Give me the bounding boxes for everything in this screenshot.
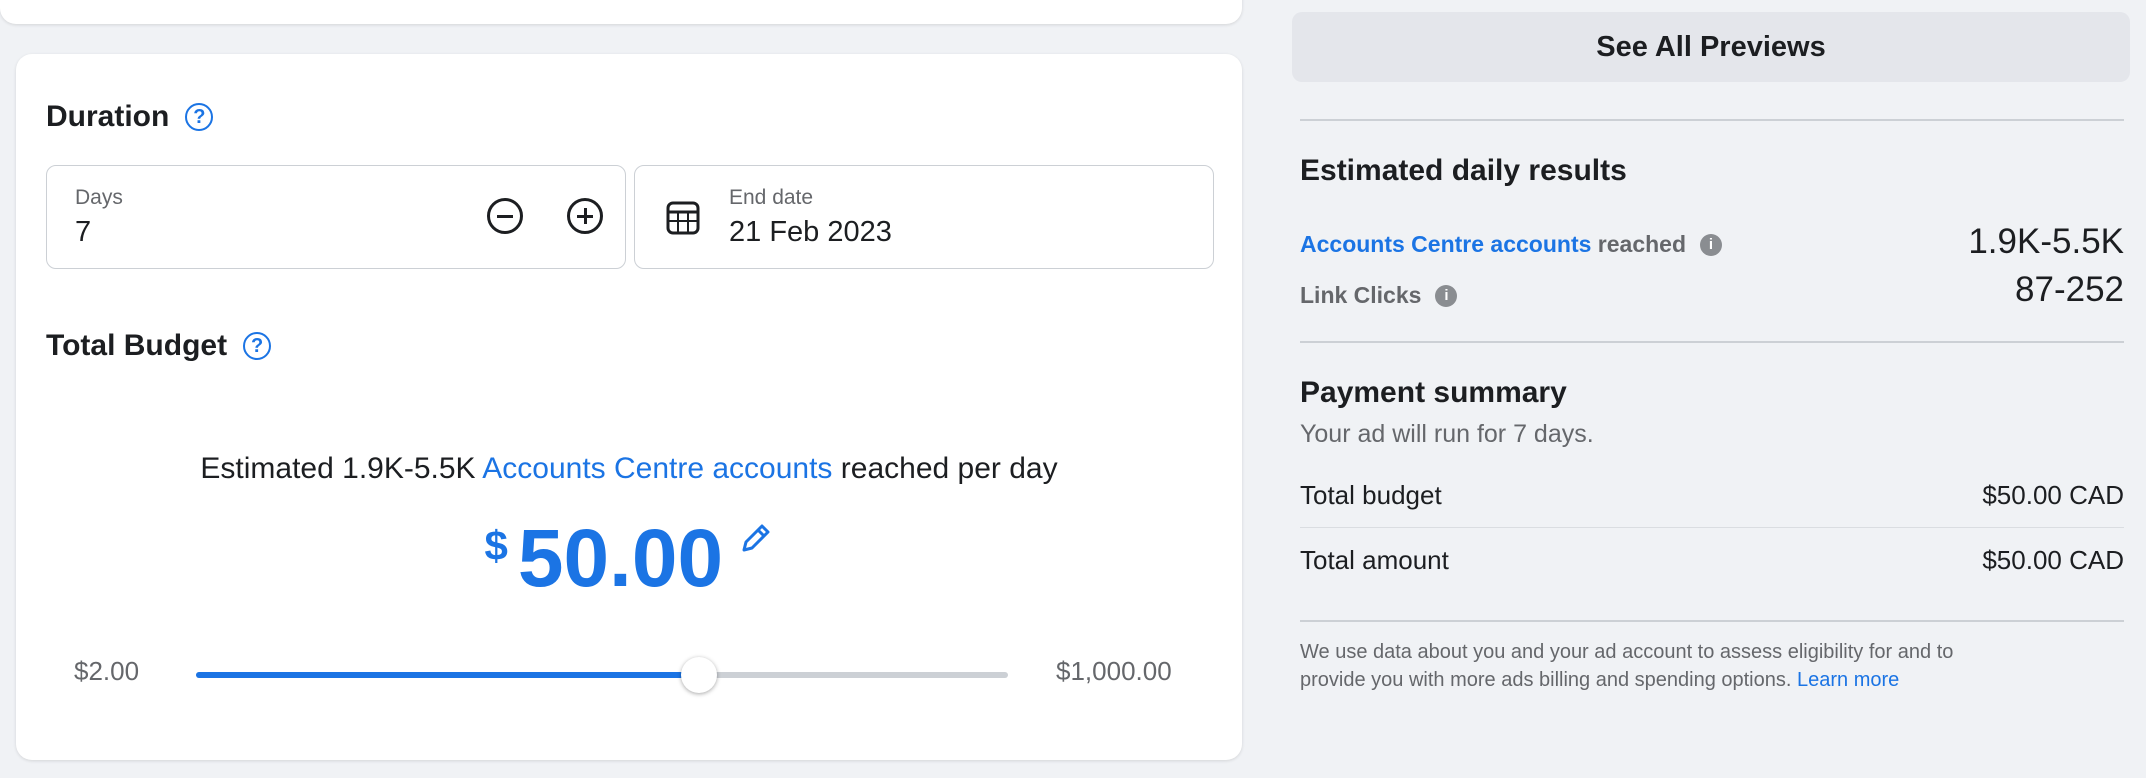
duration-title: Duration: [46, 100, 170, 133]
divider: [1300, 527, 2124, 528]
budget-value: 50.00: [517, 513, 724, 604]
payment-summary-subtitle: Your ad will run for 7 days.: [1300, 420, 1594, 448]
budget-amount[interactable]: $50.00: [16, 512, 1242, 606]
accounts-centre-link[interactable]: Accounts Centre accounts: [482, 452, 832, 485]
duration-budget-card: Duration ? Days 7 End date 21 Feb 2023 T…: [16, 54, 1242, 760]
help-icon[interactable]: ?: [243, 332, 272, 360]
total-amount-value: $50.00 CAD: [1982, 545, 2124, 575]
reached-value: 1.9K-5.5K: [1968, 222, 2124, 261]
reach-estimate: Estimated 1.9K-5.5K Accounts Centre acco…: [16, 452, 1242, 486]
slider-min-label: $2.00: [74, 656, 140, 686]
info-icon[interactable]: i: [1700, 233, 1723, 256]
previous-section-card: [0, 0, 1242, 24]
link-clicks-label: Link Clicks: [1300, 282, 1422, 308]
divider: [1300, 341, 2124, 343]
total-budget-heading: Total Budget ?: [46, 329, 272, 363]
pencil-icon[interactable]: [738, 520, 774, 556]
learn-more-link[interactable]: Learn more: [1797, 669, 1899, 691]
increase-days-button[interactable]: [567, 198, 603, 234]
info-icon[interactable]: i: [1435, 284, 1458, 307]
link-clicks-row-label: Link Clicks i: [1300, 282, 1458, 309]
see-all-previews-button[interactable]: See All Previews: [1292, 12, 2130, 82]
slider-thumb[interactable]: [681, 657, 717, 693]
days-field[interactable]: Days 7: [46, 165, 626, 269]
estimate-prefix: Estimated 1.9K-5.5K: [200, 452, 476, 485]
days-value[interactable]: 7: [75, 216, 91, 249]
accounts-centre-link[interactable]: Accounts Centre accounts: [1300, 231, 1591, 257]
end-date-label: End date: [729, 186, 814, 209]
calendar-icon: [666, 201, 700, 235]
end-date-field[interactable]: End date 21 Feb 2023: [634, 165, 1214, 269]
divider: [1300, 119, 2124, 121]
days-label: Days: [75, 186, 123, 209]
duration-heading: Duration ?: [46, 100, 214, 134]
link-clicks-value: 87-252: [2015, 270, 2124, 309]
currency-symbol: $: [484, 522, 508, 569]
total-budget-label: Total budget: [1300, 480, 1442, 510]
divider: [1300, 620, 2124, 622]
total-budget-value: $50.00 CAD: [1982, 480, 2124, 510]
estimated-results-title: Estimated daily results: [1300, 154, 1627, 187]
total-budget-title: Total Budget: [46, 329, 228, 362]
estimate-suffix: reached per day: [840, 452, 1058, 485]
end-date-value: 21 Feb 2023: [729, 216, 892, 248]
reached-row-label: Accounts Centre accounts reached i: [1300, 231, 1723, 258]
payment-summary-title: Payment summary: [1300, 376, 1567, 409]
decrease-days-button[interactable]: [487, 198, 523, 234]
slider-fill: [196, 672, 699, 678]
slider-max-label: $1,000.00: [1056, 656, 1172, 686]
total-amount-label: Total amount: [1300, 545, 1449, 575]
billing-disclaimer: We use data about you and your ad accoun…: [1300, 638, 2020, 694]
reached-suffix: reached: [1597, 231, 1687, 257]
help-icon[interactable]: ?: [185, 103, 214, 131]
